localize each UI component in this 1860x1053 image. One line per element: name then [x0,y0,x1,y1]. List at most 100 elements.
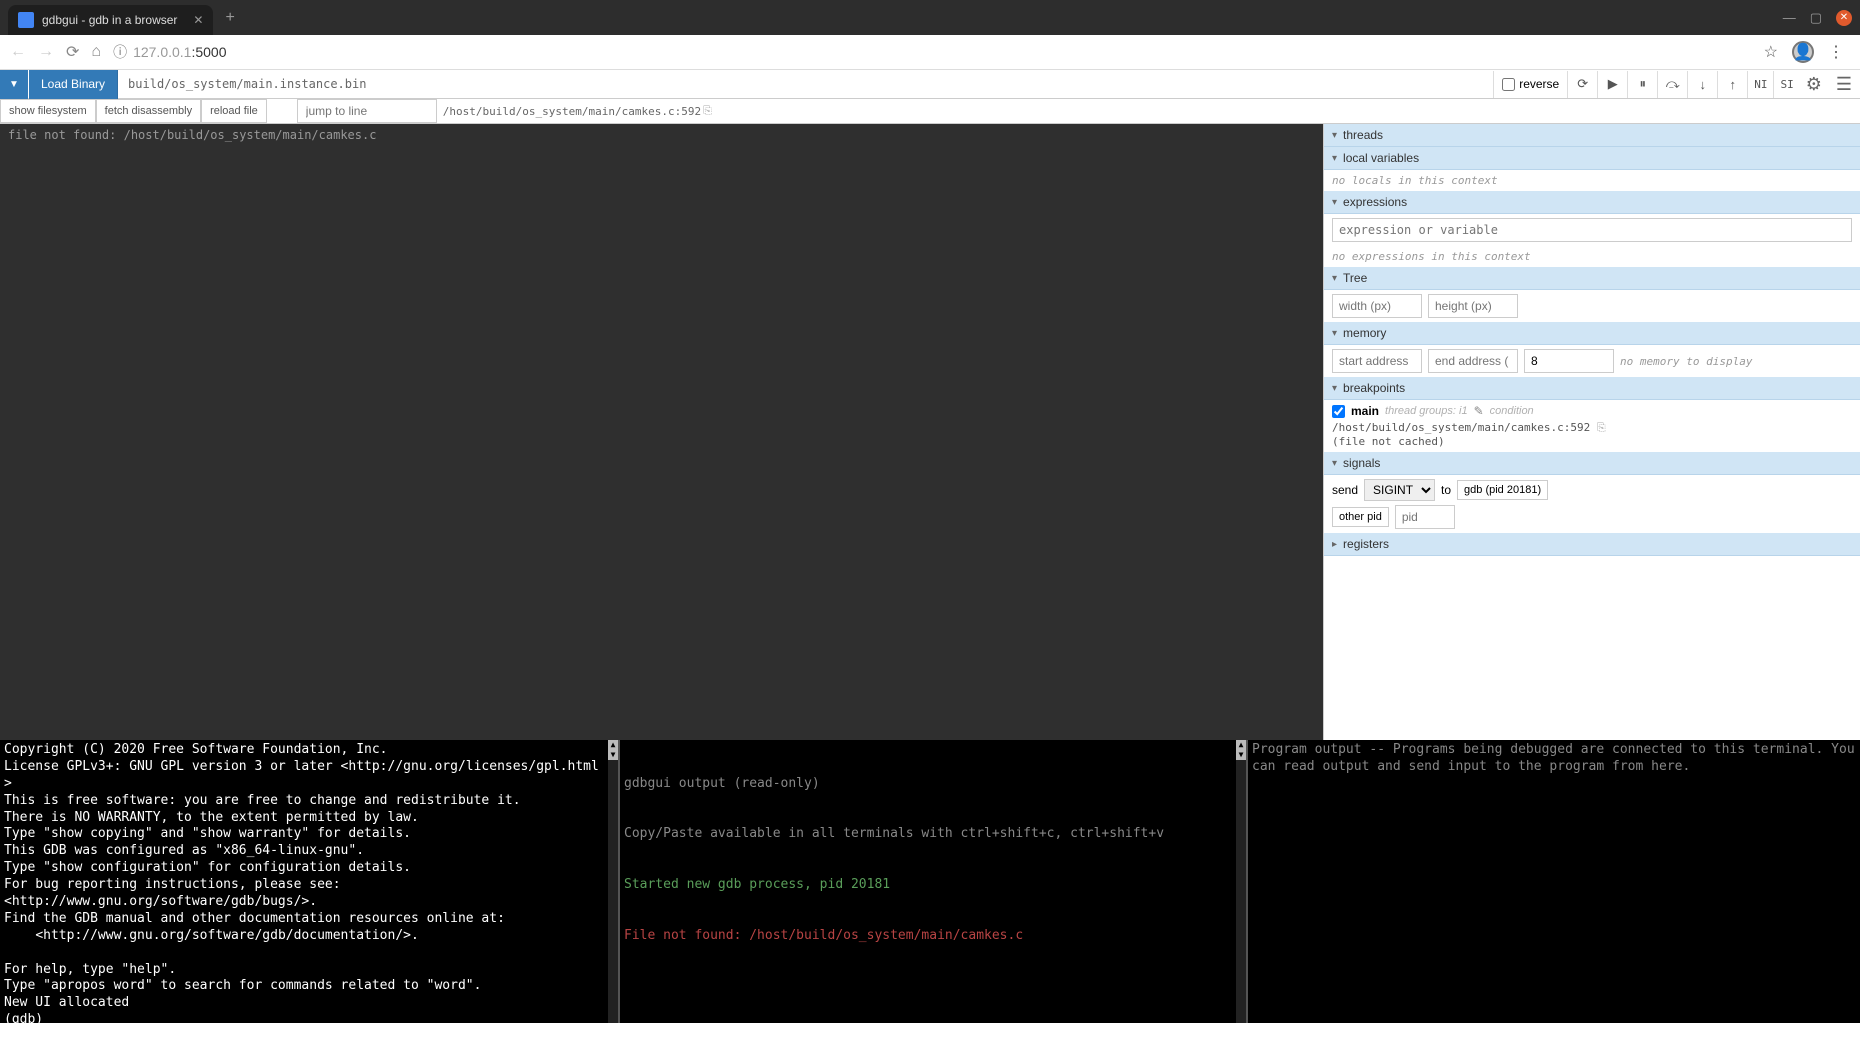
tree-width-input[interactable] [1332,294,1422,318]
pid-input[interactable] [1395,505,1455,529]
terminal-line: Type "apropos word" to search for comman… [4,978,604,995]
program-output-terminal[interactable]: Program output -- Programs being debugge… [1246,740,1860,1023]
chevron-down-icon: ▾ [1332,328,1337,339]
fetch-disassembly-button[interactable]: fetch disassembly [96,99,201,123]
reverse-checkbox[interactable] [1502,78,1515,91]
profile-avatar-icon[interactable]: 👤 [1792,41,1814,63]
expressions-header[interactable]: ▾expressions [1324,191,1860,214]
browser-nav-bar: ← → ⟳ ⌂ ⓘ 127.0.0.1:5000 ☆ 👤 ⋮ [0,35,1860,70]
terminal-line: Type "show configuration" for configurat… [4,860,604,877]
forward-icon[interactable]: → [38,43,54,61]
no-expressions-message: no expressions in this context [1324,246,1860,267]
step-in-icon[interactable]: ↓ [1687,71,1717,98]
gdbgui-output-header: gdbgui output (read-only) [624,776,1232,793]
breakpoint-enable-checkbox[interactable] [1332,405,1345,418]
memory-start-input[interactable] [1332,349,1422,373]
settings-icon[interactable]: ⚙ [1800,74,1828,95]
close-tab-icon[interactable]: ✕ [193,13,203,27]
arrow-down-icon[interactable]: ▼ [1236,750,1246,760]
chevron-down-icon: ▾ [1332,197,1337,208]
terminal-line: License GPLv3+: GNU GPL version 3 or lat… [4,759,604,793]
terminal-line: (gdb) [4,1012,604,1023]
continue-icon[interactable]: ▶ [1597,71,1627,98]
source-toolbar: show filesystem fetch disassembly reload… [0,99,1860,124]
other-pid-button[interactable]: other pid [1332,507,1389,527]
home-icon[interactable]: ⌂ [91,43,101,61]
star-icon[interactable]: ☆ [1764,42,1778,62]
browser-menu-icon[interactable]: ⋮ [1828,42,1844,62]
terminal-line: There is NO WARRANTY, to the extent perm… [4,810,604,827]
binary-dropdown-button[interactable]: ▼ [0,70,28,99]
browser-tab[interactable]: gdbgui - gdb in a browser ✕ [8,5,213,35]
registers-header[interactable]: ▸registers [1324,533,1860,556]
main-area: file not found: /host/build/os_system/ma… [0,124,1860,740]
url-host: 127.0.0.1 [133,44,191,60]
new-tab-button[interactable]: + [225,9,234,27]
close-window-icon[interactable]: ✕ [1836,10,1852,26]
copy-path-icon[interactable]: ⎘ [703,104,712,118]
breakpoint-thread-groups: thread groups: i1 [1385,405,1468,417]
breakpoint-file: /host/build/os_system/main/camkes.c:592 [1332,421,1590,434]
back-icon[interactable]: ← [10,43,26,61]
breakpoints-header[interactable]: ▾breakpoints [1324,377,1860,400]
next-instruction-button[interactable]: NI [1747,71,1773,98]
terminal-divider[interactable]: ▲ ▼ [608,740,618,1023]
expression-input[interactable] [1332,218,1852,242]
step-out-icon[interactable]: ↑ [1717,71,1747,98]
memory-header[interactable]: ▾memory [1324,322,1860,345]
load-binary-button[interactable]: Load Binary [29,70,118,99]
gdbgui-output-terminal[interactable]: gdbgui output (read-only) Copy/Paste ava… [618,740,1236,1023]
step-instruction-button[interactable]: SI [1773,71,1799,98]
reload-icon[interactable]: ⟳ [66,42,79,62]
program-output-header: Program output -- Programs being debugge… [1248,742,1860,776]
breakpoint-cached-status: (file not cached) [1332,435,1852,448]
signals-header[interactable]: ▾signals [1324,452,1860,475]
url-bar[interactable]: ⓘ 127.0.0.1:5000 [113,42,1752,62]
send-label: send [1332,483,1358,497]
memory-end-input[interactable] [1428,349,1518,373]
terminal-line: <http://www.gnu.org/software/gdb/documen… [4,928,604,945]
pause-icon[interactable]: ⏸ [1627,71,1657,98]
tree-height-input[interactable] [1428,294,1518,318]
gdbgui-copypaste-hint: Copy/Paste available in all terminals wi… [624,826,1232,843]
breakpoint-condition: condition [1490,405,1534,417]
no-locals-message: no locals in this context [1324,170,1860,191]
gdb-started-message: Started new gdb process, pid 20181 [624,877,1232,894]
local-variables-header[interactable]: ▾local variables [1324,147,1860,170]
tab-title: gdbgui - gdb in a browser [42,13,177,27]
terminal-line [4,945,604,962]
no-memory-message: no memory to display [1620,355,1752,368]
tree-header[interactable]: ▾Tree [1324,267,1860,290]
arrow-up-icon[interactable]: ▲ [608,740,618,750]
current-file-path: /host/build/os_system/main/camkes.c:592 … [437,99,718,123]
breakpoint-function: main [1351,404,1379,418]
source-code-area[interactable]: file not found: /host/build/os_system/ma… [0,124,1323,740]
arrow-down-icon[interactable]: ▼ [608,750,618,760]
edit-condition-icon[interactable]: ✎ [1474,404,1484,418]
minimize-icon[interactable]: — [1783,10,1796,25]
show-filesystem-button[interactable]: show filesystem [0,99,96,123]
menu-icon[interactable]: ☰ [1828,74,1860,95]
chevron-down-icon: ▾ [1332,130,1337,141]
binary-path-input[interactable] [118,71,1493,98]
copy-icon[interactable]: ⎘ [1597,421,1606,434]
reload-file-button[interactable]: reload file [201,99,267,123]
gdb-pid-button[interactable]: gdb (pid 20181) [1457,480,1548,500]
terminal-area: Copyright (C) 2020 Free Software Foundat… [0,740,1860,1023]
terminal-line: This is free software: you are free to c… [4,793,604,810]
gdb-terminal[interactable]: Copyright (C) 2020 Free Software Foundat… [0,740,608,1023]
terminal-divider[interactable]: ▲ ▼ [1236,740,1246,1023]
restart-icon[interactable]: ⟳ [1567,71,1597,98]
signal-select[interactable]: SIGINT [1364,479,1435,501]
maximize-icon[interactable]: ▢ [1810,10,1822,26]
jump-to-line-input[interactable] [297,99,437,123]
to-label: to [1441,483,1451,497]
arrow-up-icon[interactable]: ▲ [1236,740,1246,750]
chevron-down-icon: ▾ [1332,153,1337,164]
memory-bytes-input[interactable] [1524,349,1614,373]
step-over-icon[interactable]: ⤼ [1657,71,1687,98]
site-info-icon[interactable]: ⓘ [113,42,127,62]
reverse-checkbox-label[interactable]: reverse [1493,71,1567,98]
terminal-line: This GDB was configured as "x86_64-linux… [4,843,604,860]
threads-header[interactable]: ▾threads [1324,124,1860,147]
